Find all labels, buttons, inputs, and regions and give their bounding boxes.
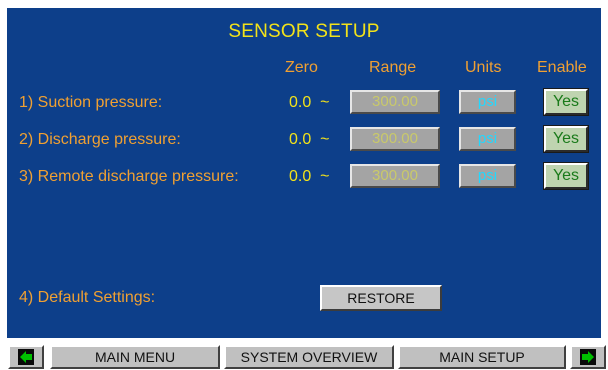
enable-button-discharge[interactable]: Yes [543,125,589,153]
sensor-label-discharge: 2) Discharge pressure: [19,131,181,148]
range-field-remote-discharge[interactable]: 300.00 [350,164,440,188]
main-setup-button[interactable]: MAIN SETUP [398,345,566,369]
main-panel: SENSOR SETUP Zero Range Units Enable 1) … [7,8,601,338]
column-header-zero: Zero [285,59,318,76]
column-header-range: Range [369,59,417,76]
arrow-right-icon [580,349,596,365]
range-field-suction[interactable]: 300.00 [350,90,440,114]
prev-screen-button[interactable] [8,345,44,369]
page-title: SENSOR SETUP [228,21,380,42]
units-field-suction[interactable]: psi [459,90,516,114]
sensor-zero-suction: 0.0 ~ [289,94,330,111]
main-menu-button[interactable]: MAIN MENU [50,345,220,369]
range-field-discharge[interactable]: 300.00 [350,127,440,151]
next-screen-button[interactable] [570,345,606,369]
range-separator: ~ [320,94,330,111]
sensor-label-suction: 1) Suction pressure: [19,94,163,111]
enable-button-remote-discharge[interactable]: Yes [543,162,589,190]
range-separator: ~ [320,131,330,148]
column-header-enable: Enable [537,59,587,76]
column-header-units: Units [465,59,502,76]
restore-button[interactable]: RESTORE [320,285,442,311]
range-separator: ~ [320,168,330,185]
units-field-discharge[interactable]: psi [459,127,516,151]
sensor-label-remote-discharge: 3) Remote discharge pressure: [19,168,239,185]
units-field-remote-discharge[interactable]: psi [459,164,516,188]
system-overview-button[interactable]: SYSTEM OVERVIEW [224,345,394,369]
sensor-zero-remote-discharge: 0.0 ~ [289,168,330,185]
sensor-setup-screen: SENSOR SETUP Zero Range Units Enable 1) … [0,0,608,370]
arrow-left-icon [18,349,34,365]
sensor-zero-discharge: 0.0 ~ [289,131,330,148]
enable-button-suction[interactable]: Yes [543,88,589,116]
default-settings-label: 4) Default Settings: [19,289,156,306]
